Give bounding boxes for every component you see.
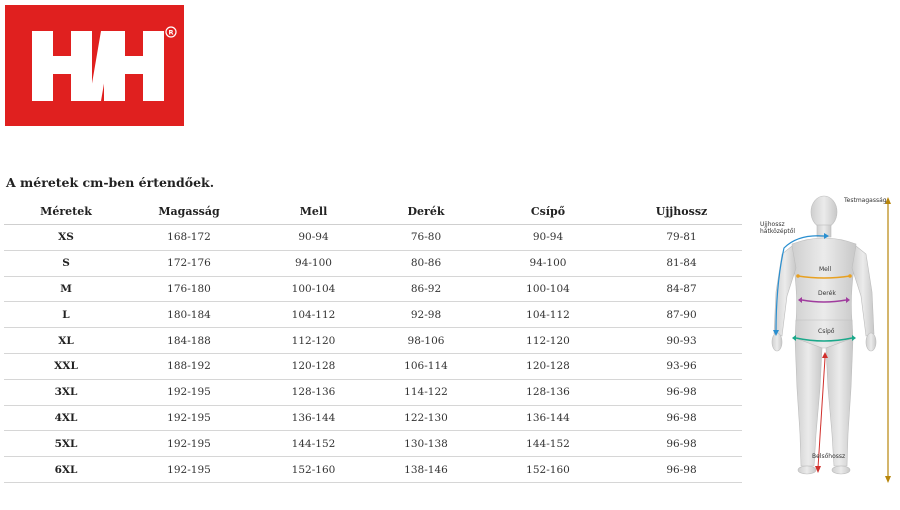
hip-cell: 136-144 <box>475 405 621 432</box>
table-row: 3XL 192-195 128-136 114-122 128-136 96-9… <box>4 379 742 406</box>
height-cell: 184-188 <box>128 327 250 354</box>
sleeve-cell: 87-90 <box>621 301 742 329</box>
height-cell: 192-195 <box>128 456 250 483</box>
chest-cell: 136-144 <box>250 405 377 432</box>
waist-cell: 106-114 <box>377 353 475 380</box>
waist-cell: 122-130 <box>377 405 475 432</box>
hip-cell: 120-128 <box>475 353 621 380</box>
size-cell: L <box>4 301 128 329</box>
waist-cell: 98-106 <box>377 327 475 354</box>
waist-cell: 86-92 <box>377 276 475 303</box>
size-cell: 4XL <box>4 405 128 432</box>
height-cell: 192-195 <box>128 379 250 406</box>
table-row: 6XL 192-195 152-160 138-146 152-160 96-9… <box>4 456 742 483</box>
hip-label: Csípő <box>818 328 835 335</box>
sleeve-label-line2: hátközéptől <box>760 228 796 235</box>
waist-cell: 92-98 <box>377 301 475 329</box>
size-cell: XS <box>4 224 128 251</box>
chest-cell: 104-112 <box>250 301 377 329</box>
hip-cell: 100-104 <box>475 276 621 303</box>
waist-label: Derék <box>818 290 836 297</box>
table-header-row: Méretek Magasság Mell Derék Csípő Ujjhos… <box>4 199 742 225</box>
measurement-note: A méretek cm-ben értendőek. <box>6 175 215 190</box>
column-header-size: Méretek <box>4 199 128 225</box>
column-header-hip: Csípő <box>475 199 621 225</box>
hip-cell: 90-94 <box>475 224 621 251</box>
hip-cell: 94-100 <box>475 250 621 277</box>
table-row: S 172-176 94-100 80-86 94-100 81-84 <box>4 250 742 277</box>
chest-cell: 100-104 <box>250 276 377 303</box>
size-cell: 6XL <box>4 456 128 483</box>
chest-cell: 94-100 <box>250 250 377 277</box>
chest-cell: 112-120 <box>250 327 377 354</box>
size-cell: XXL <box>4 353 128 380</box>
column-header-height: Magasság <box>128 199 250 225</box>
column-header-chest: Mell <box>250 199 377 225</box>
chest-label: Mell <box>819 266 832 273</box>
hip-cell: 152-160 <box>475 456 621 483</box>
sleeve-cell: 90-93 <box>621 327 742 354</box>
svg-text:R: R <box>168 29 173 37</box>
waist-cell: 130-138 <box>377 430 475 458</box>
hip-cell: 144-152 <box>475 430 621 458</box>
height-label: Testmagasság <box>844 197 887 204</box>
height-cell: 192-195 <box>128 405 250 432</box>
hip-cell: 104-112 <box>475 301 621 329</box>
chest-cell: 90-94 <box>250 224 377 251</box>
waist-cell: 138-146 <box>377 456 475 483</box>
sleeve-cell: 96-98 <box>621 405 742 432</box>
chest-cell: 144-152 <box>250 430 377 458</box>
sleeve-cell: 84-87 <box>621 276 742 303</box>
waist-cell: 114-122 <box>377 379 475 406</box>
chest-cell: 128-136 <box>250 379 377 406</box>
body-measurement-figure: Testmagasság Ujjhossz hátközéptől Mell D… <box>750 188 898 488</box>
table-row: XS 168-172 90-94 76-80 90-94 79-81 <box>4 224 742 251</box>
hip-cell: 128-136 <box>475 379 621 406</box>
waist-cell: 76-80 <box>377 224 475 251</box>
sleeve-cell: 96-98 <box>621 456 742 483</box>
column-header-sleeve: Ujjhossz <box>621 199 742 225</box>
height-cell: 192-195 <box>128 430 250 458</box>
size-cell: 5XL <box>4 430 128 458</box>
hip-cell: 112-120 <box>475 327 621 354</box>
waist-cell: 80-86 <box>377 250 475 277</box>
inseam-label: Belsőhossz <box>812 453 846 460</box>
sleeve-cell: 96-98 <box>621 430 742 458</box>
size-cell: S <box>4 250 128 277</box>
sleeve-cell: 93-96 <box>621 353 742 380</box>
table-row: XL 184-188 112-120 98-106 112-120 90-93 <box>4 327 742 354</box>
helly-hansen-logo: R <box>5 5 184 126</box>
table-row: 5XL 192-195 144-152 130-138 144-152 96-9… <box>4 430 742 458</box>
sleeve-cell: 96-98 <box>621 379 742 406</box>
height-cell: 180-184 <box>128 301 250 329</box>
sleeve-label-line1: Ujjhossz <box>760 221 785 228</box>
size-cell: XL <box>4 327 128 354</box>
sleeve-cell: 81-84 <box>621 250 742 277</box>
height-cell: 172-176 <box>128 250 250 277</box>
table-row: 4XL 192-195 136-144 122-130 136-144 96-9… <box>4 405 742 432</box>
size-cell: 3XL <box>4 379 128 406</box>
table-row: L 180-184 104-112 92-98 104-112 87-90 <box>4 301 742 329</box>
size-cell: M <box>4 276 128 303</box>
height-cell: 168-172 <box>128 224 250 251</box>
column-header-waist: Derék <box>377 199 475 225</box>
table-row: XXL 188-192 120-128 106-114 120-128 93-9… <box>4 353 742 380</box>
chest-cell: 120-128 <box>250 353 377 380</box>
height-cell: 176-180 <box>128 276 250 303</box>
chest-cell: 152-160 <box>250 456 377 483</box>
size-chart-table: Méretek Magasság Mell Derék Csípő Ujjhos… <box>4 199 742 483</box>
table-row: M 176-180 100-104 86-92 100-104 84-87 <box>4 276 742 303</box>
hh-logo-mark: R <box>32 26 177 101</box>
sleeve-cell: 79-81 <box>621 224 742 251</box>
height-cell: 188-192 <box>128 353 250 380</box>
